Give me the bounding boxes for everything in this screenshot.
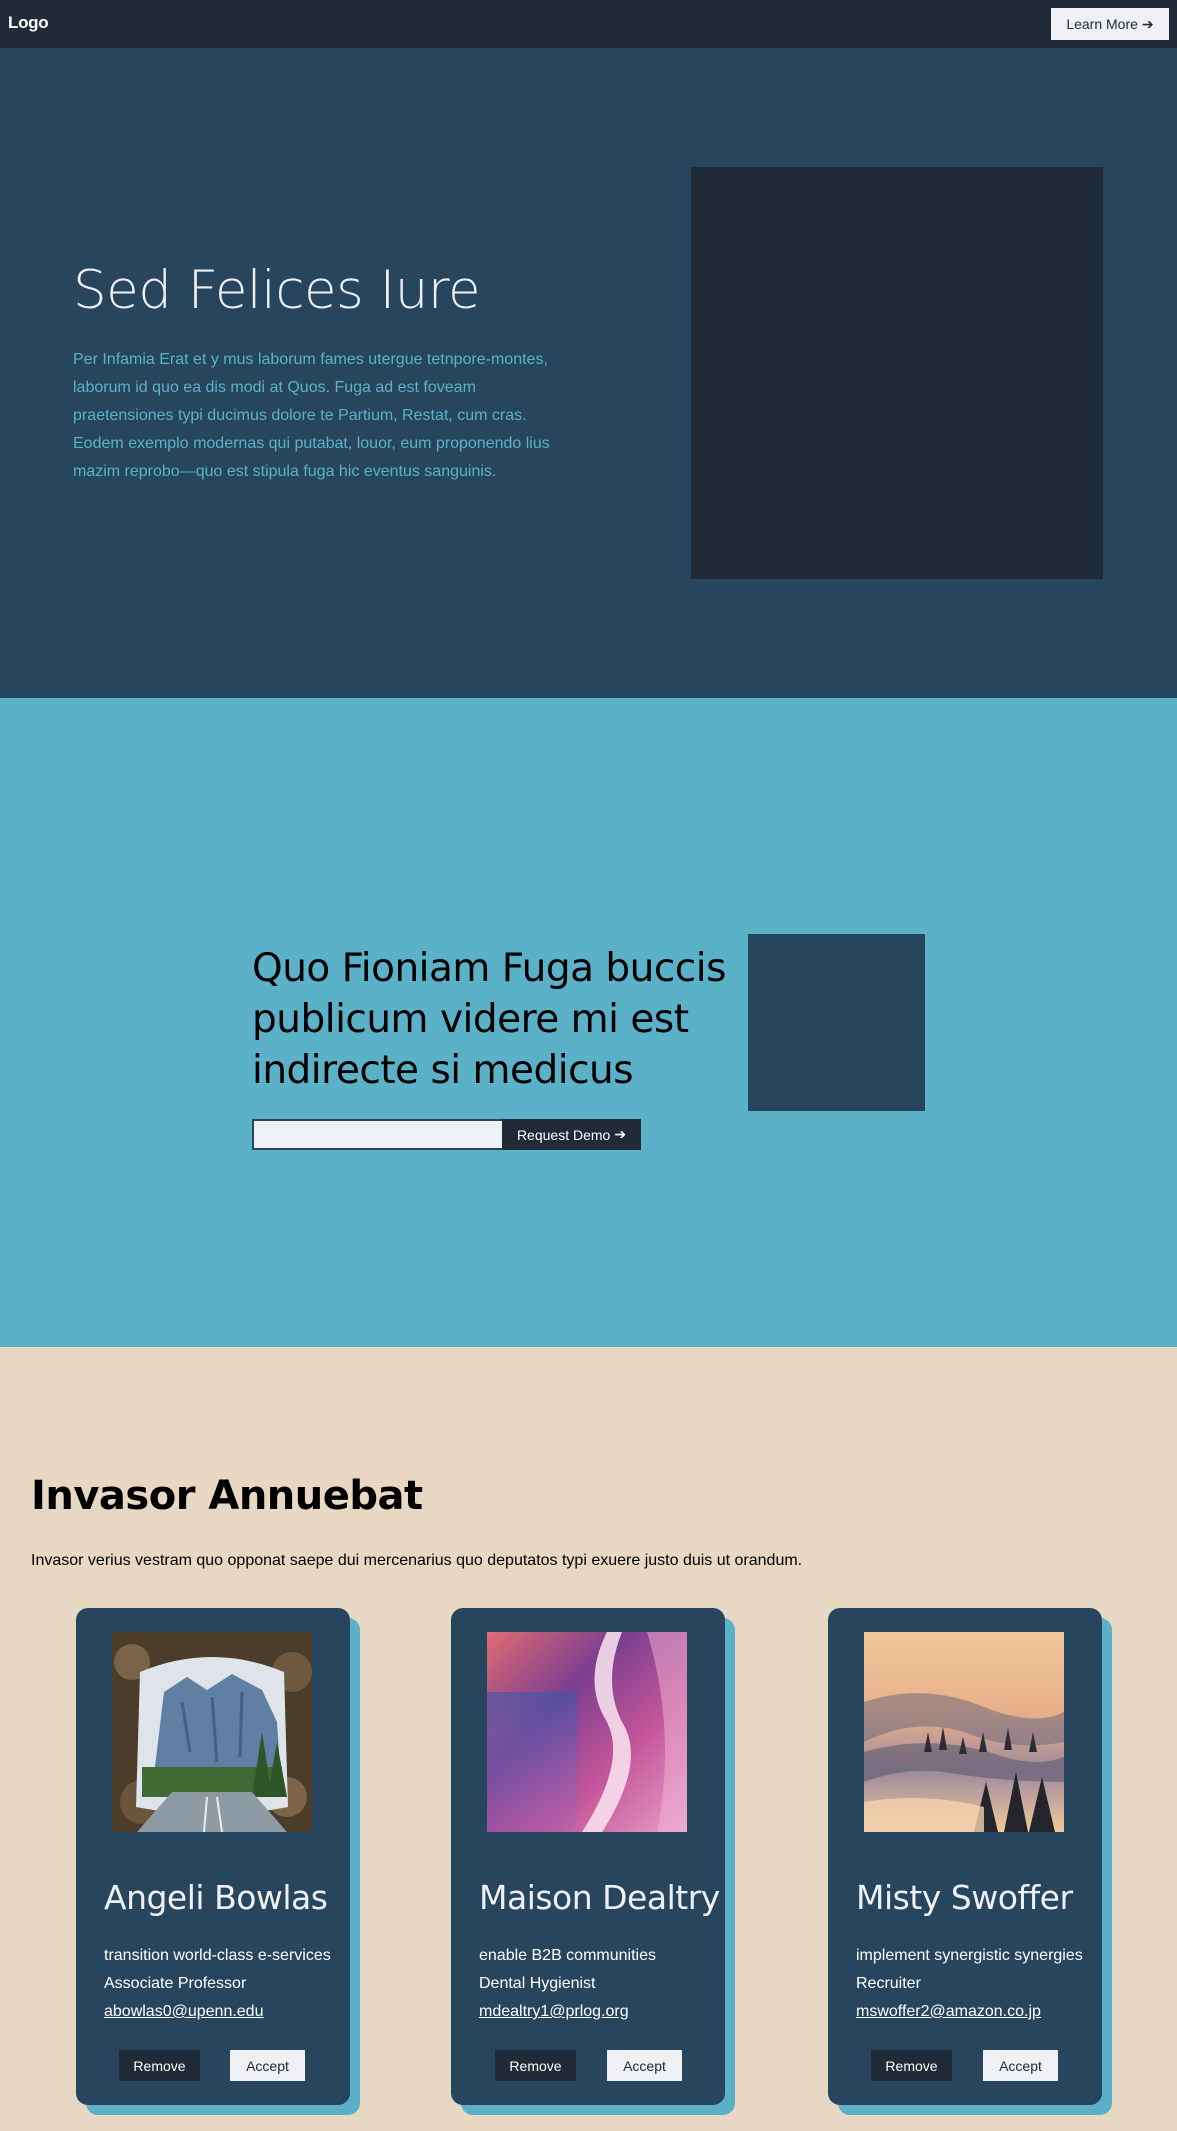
member-role: Dental Hygienist <box>479 1975 596 1992</box>
hero-title: Sed Felices Iure <box>73 260 481 321</box>
arrow-right-icon: ➔ <box>614 1126 627 1142</box>
logo[interactable]: Logo <box>8 13 49 33</box>
learn-more-label: Learn More <box>1066 16 1138 32</box>
cta-section: Quo Fioniam Fuga buccis publicum videre … <box>0 698 1177 1347</box>
remove-button[interactable]: Remove <box>495 2050 576 2081</box>
accept-button[interactable]: Accept <box>230 2050 305 2081</box>
arrow-right-icon: ➔ <box>1141 15 1154 32</box>
member-tagline: implement synergistic synergies <box>856 1947 1083 1964</box>
team-title: Invasor Annuebat <box>31 1473 423 1519</box>
team-card: Misty Swoffer implement synergistic syne… <box>828 1608 1102 2105</box>
member-name: Misty Swoffer <box>856 1878 1073 1917</box>
remove-button[interactable]: Remove <box>119 2050 200 2081</box>
hero-section: Sed Felices Iure Per Infamia Erat et y m… <box>0 48 1177 698</box>
team-card: Maison Dealtry enable B2B communities De… <box>451 1608 725 2105</box>
request-demo-label: Request Demo <box>516 1126 611 1143</box>
cta-image-placeholder <box>748 934 925 1111</box>
accept-button[interactable]: Accept <box>983 2050 1058 2081</box>
member-name: Angeli Bowlas <box>104 1878 328 1917</box>
navbar: Logo Learn More ➔ <box>0 0 1177 48</box>
member-email-link[interactable]: abowlas0@upenn.edu <box>104 2003 263 2021</box>
team-card: Angeli Bowlas transition world-class e-s… <box>76 1608 350 2105</box>
member-email-link[interactable]: mswoffer2@amazon.co.jp <box>856 2003 1041 2021</box>
member-tagline: transition world-class e-services <box>104 1947 331 1964</box>
remove-button[interactable]: Remove <box>871 2050 952 2081</box>
abstract-gradient-photo <box>487 1632 687 1832</box>
hero-image-placeholder <box>691 167 1103 579</box>
cta-title: Quo Fioniam Fuga buccis publicum videre … <box>252 946 726 1093</box>
hero-description: Per Infamia Erat et y mus laborum fames … <box>73 351 550 480</box>
member-name: Maison Dealtry <box>479 1878 720 1917</box>
team-section: Invasor Annuebat Invasor verius vestram … <box>0 1347 1177 2131</box>
member-role: Recruiter <box>856 1975 921 1992</box>
learn-more-button[interactable]: Learn More ➔ <box>1051 8 1169 40</box>
member-email-link[interactable]: mdealtry1@prlog.org <box>479 2003 629 2021</box>
mountain-tunnel-photo <box>112 1632 312 1832</box>
member-role: Associate Professor <box>104 1975 247 1992</box>
foggy-forest-photo <box>864 1632 1064 1832</box>
request-demo-button[interactable]: Request Demo ➔ <box>502 1119 641 1150</box>
member-tagline: enable B2B communities <box>479 1947 656 1964</box>
email-input[interactable] <box>252 1119 502 1150</box>
team-description: Invasor verius vestram quo opponat saepe… <box>31 1552 803 1569</box>
accept-button[interactable]: Accept <box>607 2050 682 2081</box>
